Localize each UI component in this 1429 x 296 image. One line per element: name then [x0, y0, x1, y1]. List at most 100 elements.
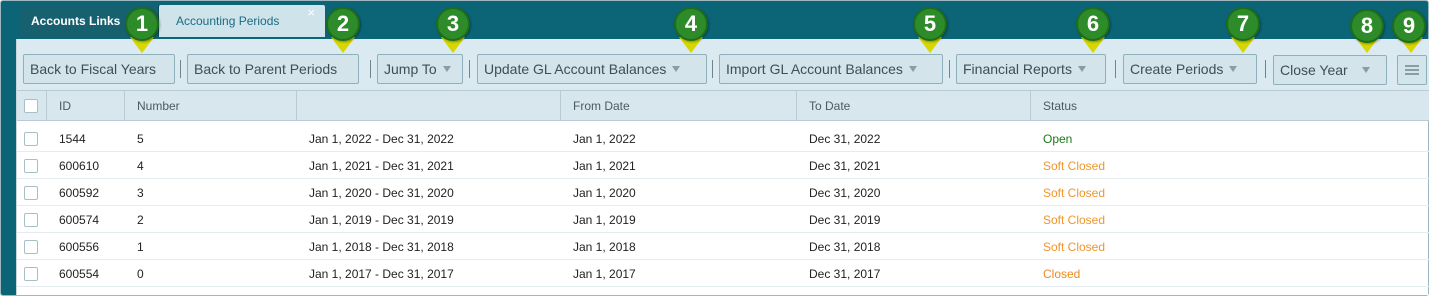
callout-marker-3: 3	[436, 7, 470, 41]
cell-number: 0	[137, 266, 144, 281]
callout-marker-5: 5	[913, 7, 947, 41]
column-header-range[interactable]	[297, 91, 561, 121]
column-header-number-label: Number	[137, 99, 180, 113]
cell-to-date: Dec 31, 2019	[809, 212, 881, 227]
callout-marker-6: 6	[1076, 7, 1110, 41]
table-row[interactable]: 1544 5 Jan 1, 2022 - Dec 31, 2022 Jan 1,…	[17, 125, 1429, 152]
cell-status: Soft Closed	[1043, 212, 1106, 227]
caret-down-icon	[442, 66, 451, 72]
cell-range: Jan 1, 2017 - Dec 31, 2017	[309, 266, 454, 281]
select-all-checkbox[interactable]	[24, 99, 38, 113]
caret-down-icon	[1361, 67, 1370, 73]
row-select-cell	[17, 206, 47, 233]
row-select-cell	[17, 233, 47, 260]
cell-from-date: Jan 1, 2020	[573, 185, 636, 200]
column-header-to-date-label: To Date	[809, 99, 851, 113]
close-icon[interactable]: ×	[307, 6, 315, 19]
column-header-from-date-label: From Date	[573, 99, 630, 113]
column-header-from-date[interactable]: From Date	[561, 91, 797, 121]
update-gl-account-balances-label: Update GL Account Balances	[484, 61, 667, 77]
column-header-status-label: Status	[1043, 99, 1078, 113]
import-gl-account-balances-label: Import GL Account Balances	[726, 61, 903, 77]
cell-range: Jan 1, 2019 - Dec 31, 2019	[309, 212, 454, 227]
caret-down-icon	[908, 66, 917, 72]
cell-id: 600554	[59, 266, 100, 281]
cell-to-date: Dec 31, 2022	[809, 131, 881, 146]
toolbar-divider	[180, 60, 181, 78]
cell-to-date: Dec 31, 2020	[809, 185, 881, 200]
toolbar-divider	[370, 60, 371, 78]
jump-to-button[interactable]: Jump To	[377, 54, 463, 84]
cell-id: 1544	[59, 131, 86, 146]
toolbar-divider	[1115, 60, 1116, 78]
cell-number: 4	[137, 158, 144, 173]
cell-status: Closed	[1043, 266, 1081, 281]
row-checkbox[interactable]	[24, 212, 38, 227]
callout-marker-9: 9	[1392, 9, 1426, 43]
back-to-fiscal-years-button[interactable]: Back to Fiscal Years	[23, 54, 175, 84]
cell-status: Soft Closed	[1043, 185, 1106, 200]
cell-id: 600556	[59, 239, 100, 254]
close-year-button[interactable]: Close Year	[1273, 55, 1387, 85]
financial-reports-button[interactable]: Financial Reports	[956, 54, 1106, 84]
cell-from-date: Jan 1, 2022	[573, 131, 636, 146]
cell-to-date: Dec 31, 2021	[809, 158, 881, 173]
back-to-fiscal-years-label: Back to Fiscal Years	[30, 61, 157, 77]
caret-down-icon	[1077, 66, 1086, 72]
row-select-cell	[17, 179, 47, 206]
update-gl-account-balances-button[interactable]: Update GL Account Balances	[477, 54, 707, 84]
cell-number: 1	[137, 239, 144, 254]
back-to-parent-periods-label: Back to Parent Periods	[194, 61, 338, 77]
main-panel: Back to Fiscal Years Back to Parent Peri…	[16, 39, 1429, 295]
row-select-cell	[17, 125, 47, 152]
toolbar: Back to Fiscal Years Back to Parent Peri…	[17, 39, 1429, 91]
table-row[interactable]: 600592 3 Jan 1, 2020 - Dec 31, 2020 Jan …	[17, 179, 1429, 206]
import-gl-account-balances-button[interactable]: Import GL Account Balances	[719, 54, 943, 84]
column-header-id[interactable]: ID	[47, 91, 125, 121]
cell-status: Soft Closed	[1043, 239, 1106, 254]
toolbar-divider	[949, 60, 950, 78]
table-row[interactable]: 600610 4 Jan 1, 2021 - Dec 31, 2021 Jan …	[17, 152, 1429, 179]
cell-range: Jan 1, 2022 - Dec 31, 2022	[309, 131, 454, 146]
create-periods-label: Create Periods	[1130, 61, 1224, 77]
window-frame: Accounts Links Accounting Periods × Back…	[0, 0, 1429, 296]
cell-from-date: Jan 1, 2019	[573, 212, 636, 227]
table-row[interactable]: 600556 1 Jan 1, 2018 - Dec 31, 2018 Jan …	[17, 233, 1429, 260]
column-header-status[interactable]: Status	[1031, 91, 1429, 121]
callout-marker-1: 1	[125, 7, 159, 41]
hamburger-menu-button[interactable]	[1397, 55, 1427, 85]
back-to-parent-periods-button[interactable]: Back to Parent Periods	[187, 54, 359, 84]
financial-reports-label: Financial Reports	[963, 61, 1072, 77]
cell-status: Soft Closed	[1043, 158, 1106, 173]
toolbar-divider	[1265, 60, 1266, 78]
cell-range: Jan 1, 2018 - Dec 31, 2018	[309, 239, 454, 254]
table-row[interactable]: 600574 2 Jan 1, 2019 - Dec 31, 2019 Jan …	[17, 206, 1429, 233]
select-all-cell	[17, 91, 47, 121]
cell-to-date: Dec 31, 2017	[809, 266, 881, 281]
jump-to-label: Jump To	[384, 61, 437, 77]
row-select-cell	[17, 152, 47, 179]
row-checkbox[interactable]	[24, 185, 38, 200]
callout-marker-8: 8	[1350, 9, 1384, 43]
cell-number: 3	[137, 185, 144, 200]
caret-down-icon	[672, 66, 681, 72]
table-row[interactable]: 600554 0 Jan 1, 2017 - Dec 31, 2017 Jan …	[17, 260, 1429, 287]
row-checkbox[interactable]	[24, 131, 38, 146]
column-header-number[interactable]: Number	[125, 91, 297, 121]
create-periods-button[interactable]: Create Periods	[1123, 54, 1257, 84]
cell-to-date: Dec 31, 2018	[809, 239, 881, 254]
column-header-to-date[interactable]: To Date	[797, 91, 1031, 121]
column-header-id-label: ID	[59, 99, 71, 113]
tab-bar: Accounts Links Accounting Periods ×	[5, 5, 1428, 37]
close-year-label: Close Year	[1280, 62, 1348, 78]
cell-from-date: Jan 1, 2018	[573, 239, 636, 254]
hamburger-menu-icon	[1405, 65, 1419, 75]
toolbar-divider	[712, 60, 713, 78]
cell-from-date: Jan 1, 2021	[573, 158, 636, 173]
tab-accounting-periods[interactable]: Accounting Periods ×	[159, 5, 325, 37]
row-checkbox[interactable]	[24, 266, 38, 281]
cell-number: 5	[137, 131, 144, 146]
row-checkbox[interactable]	[24, 158, 38, 173]
cell-id: 600574	[59, 212, 100, 227]
row-checkbox[interactable]	[24, 239, 38, 254]
